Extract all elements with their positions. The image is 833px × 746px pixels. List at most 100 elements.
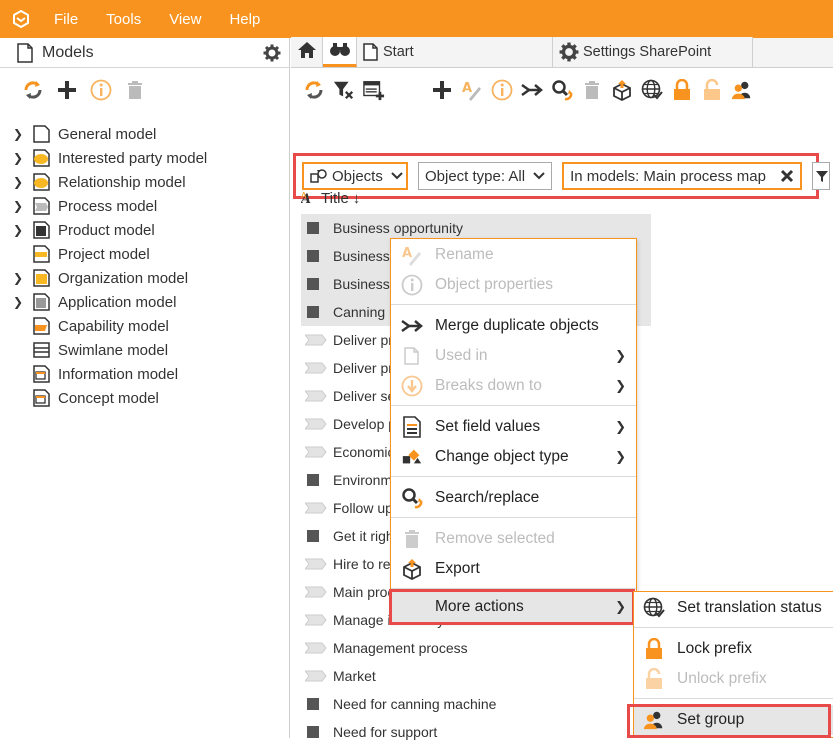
menu-file[interactable]: File bbox=[54, 11, 78, 28]
menu-tools[interactable]: Tools bbox=[106, 11, 141, 28]
menu-item-search-replace[interactable]: Search/replace bbox=[391, 483, 636, 513]
close-icon[interactable] bbox=[780, 169, 794, 183]
in-models-filter[interactable]: In models: Main process map bbox=[562, 162, 802, 190]
menu-item-label: Rename bbox=[435, 246, 494, 263]
filter-icon bbox=[815, 169, 829, 183]
change-type-icon bbox=[401, 446, 423, 468]
tree-item[interactable]: Project model bbox=[0, 242, 289, 266]
merge-icon[interactable] bbox=[521, 79, 543, 101]
chevron-right-icon[interactable]: ❯ bbox=[0, 175, 23, 189]
tree-item[interactable]: ❯ Interested party model bbox=[0, 146, 289, 170]
object-square-icon bbox=[305, 725, 321, 739]
submenu-item-set-translation-status[interactable]: Set translation status bbox=[634, 593, 833, 623]
tab-start[interactable]: Start bbox=[357, 37, 553, 67]
list-item[interactable]: Market bbox=[301, 662, 651, 690]
export-icon[interactable] bbox=[611, 79, 633, 101]
objects-filter[interactable]: Objects bbox=[302, 162, 408, 190]
chevron-right-icon[interactable]: ❯ bbox=[0, 127, 23, 141]
list-item[interactable]: Management process bbox=[301, 634, 651, 662]
filter-bar: Objects Object type: All In models: Main… bbox=[293, 153, 830, 199]
tree-item-label: General model bbox=[58, 125, 157, 143]
tree-item-label: Product model bbox=[58, 221, 155, 239]
chevron-right-icon[interactable]: ❯ bbox=[0, 271, 23, 285]
gear-icon[interactable] bbox=[263, 44, 281, 62]
menu-separator bbox=[391, 517, 636, 518]
field-values-icon bbox=[401, 416, 423, 438]
info-icon[interactable] bbox=[491, 79, 513, 101]
tree-item[interactable]: Capability model bbox=[0, 314, 289, 338]
delete-icon[interactable] bbox=[581, 79, 603, 101]
menu-item-remove-selected[interactable]: Remove selected bbox=[391, 524, 636, 554]
menu-bar: File Tools View Help bbox=[0, 0, 833, 38]
list-item[interactable]: Need for canning machine bbox=[301, 690, 651, 718]
export-icon bbox=[401, 558, 423, 580]
submenu-item-lock-prefix[interactable]: Lock prefix bbox=[634, 634, 833, 664]
search-replace-icon bbox=[401, 487, 423, 509]
chevron-right-icon[interactable]: ❯ bbox=[0, 199, 23, 213]
refresh-icon[interactable] bbox=[303, 79, 325, 101]
tab-search[interactable] bbox=[323, 37, 357, 67]
models-panel: Models ❯ General model ❯ Interested party m… bbox=[0, 38, 290, 738]
globe-icon[interactable] bbox=[641, 79, 663, 101]
search-replace-icon[interactable] bbox=[551, 79, 573, 101]
process-chevron-icon bbox=[305, 501, 327, 515]
menu-item-label: Breaks down to bbox=[435, 377, 542, 394]
delete-icon[interactable] bbox=[124, 79, 146, 101]
objects-icon bbox=[310, 168, 328, 184]
object-square-icon bbox=[305, 305, 321, 319]
menu-item-object-properties[interactable]: Object properties bbox=[391, 270, 636, 300]
menu-item-merge[interactable]: Merge duplicate objects bbox=[391, 311, 636, 341]
filter-button[interactable] bbox=[811, 162, 830, 190]
tree-item[interactable]: ❯ Organization model bbox=[0, 266, 289, 290]
chevron-right-icon[interactable]: ❯ bbox=[0, 151, 23, 165]
submenu-item-label: Set translation status bbox=[677, 599, 822, 616]
menu-help[interactable]: Help bbox=[229, 11, 260, 28]
rename-icon[interactable]: A bbox=[461, 79, 483, 101]
list-item[interactable]: Need for support bbox=[301, 718, 651, 746]
menu-item-used-in[interactable]: Used in ❯ bbox=[391, 341, 636, 371]
process-chevron-icon bbox=[305, 445, 327, 459]
menu-view[interactable]: View bbox=[169, 11, 201, 28]
info-icon[interactable] bbox=[90, 79, 112, 101]
tree-item-label: Application model bbox=[58, 293, 177, 311]
menu-item-label: Search/replace bbox=[435, 489, 540, 506]
lock-icon[interactable] bbox=[671, 79, 693, 101]
list-item-label: Economic bbox=[333, 444, 395, 460]
add-icon[interactable] bbox=[431, 79, 453, 101]
chevron-right-icon: ❯ bbox=[615, 419, 626, 434]
submenu-item-unlock-prefix[interactable]: Unlock prefix bbox=[634, 664, 833, 694]
tree-item[interactable]: ❯ Relationship model bbox=[0, 170, 289, 194]
context-menu: A Rename Object properties Merge duplica… bbox=[390, 238, 637, 622]
title-column-header[interactable]: AA Title ↓ bbox=[301, 190, 360, 207]
menu-item-change-object-type[interactable]: Change object type ❯ bbox=[391, 442, 636, 472]
binoculars-icon bbox=[329, 41, 351, 61]
tree-item[interactable]: ❯ General model bbox=[0, 122, 289, 146]
process-chevron-icon bbox=[305, 389, 327, 403]
menu-item-set-field-values[interactable]: Set field values ❯ bbox=[391, 412, 636, 442]
menu-item-breaks-down-to[interactable]: Breaks down to ❯ bbox=[391, 371, 636, 401]
refresh-icon[interactable] bbox=[22, 79, 44, 101]
object-type-filter[interactable]: Object type: All bbox=[418, 162, 553, 190]
tree-item[interactable]: ❯ Application model bbox=[0, 290, 289, 314]
chevron-right-icon[interactable]: ❯ bbox=[0, 223, 23, 237]
menu-item-label: Used in bbox=[435, 347, 488, 364]
list-item-label: Business bbox=[333, 248, 390, 264]
menu-item-export[interactable]: Export bbox=[391, 554, 636, 584]
set-group-icon[interactable] bbox=[731, 79, 753, 101]
unlock-icon[interactable] bbox=[701, 79, 723, 101]
tab-home[interactable] bbox=[291, 37, 323, 67]
sort-arrow: ↓ bbox=[352, 190, 361, 207]
tree-item[interactable]: ❯ Product model bbox=[0, 218, 289, 242]
tree-item[interactable]: ❯ Process model bbox=[0, 194, 289, 218]
clear-filter-icon[interactable] bbox=[333, 79, 355, 101]
tree-item[interactable]: Concept model bbox=[0, 386, 289, 410]
tab-settings-sharepoint[interactable]: Settings SharePoint bbox=[553, 37, 753, 67]
capability-icon bbox=[32, 317, 52, 335]
menu-item-rename[interactable]: A Rename bbox=[391, 240, 636, 270]
tree-item[interactable]: Swimlane model bbox=[0, 338, 289, 362]
table-add-icon[interactable] bbox=[363, 79, 385, 101]
tree-item[interactable]: Information model bbox=[0, 362, 289, 386]
chevron-right-icon[interactable]: ❯ bbox=[0, 295, 23, 309]
add-icon[interactable] bbox=[56, 79, 78, 101]
document-icon bbox=[16, 42, 34, 63]
